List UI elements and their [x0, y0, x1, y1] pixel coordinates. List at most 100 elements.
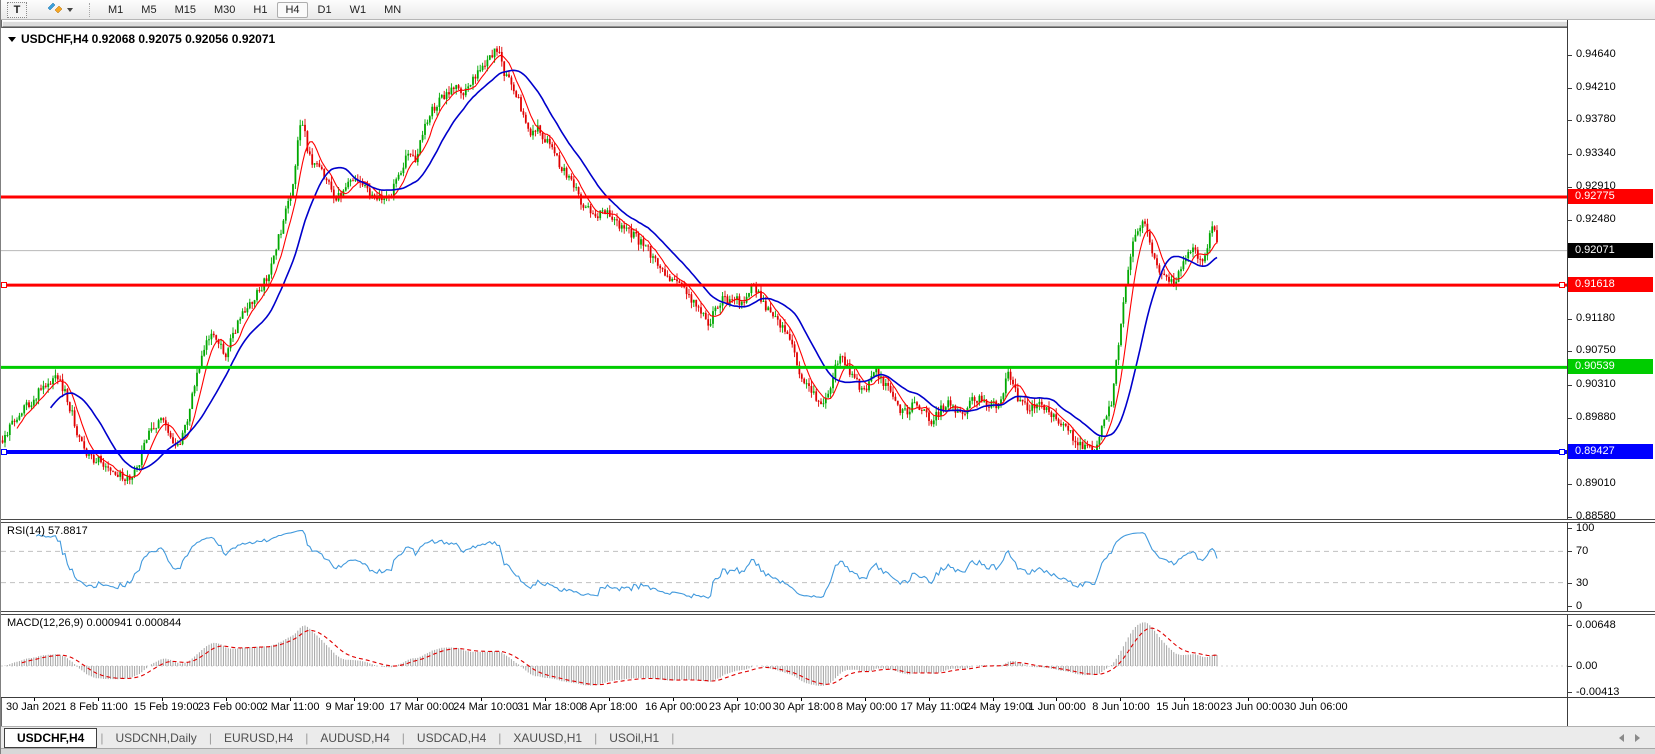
time-axis-label: 23 Feb 00:00 [198, 701, 263, 713]
price-axis-tick [1567, 517, 1572, 518]
timeframe-button-H1[interactable]: H1 [245, 2, 275, 18]
macd-axis-tick [1567, 692, 1572, 693]
price-axis-tick [1567, 484, 1572, 485]
time-axis-tick [609, 698, 610, 701]
time-axis-label: 30 Jan 2021 [6, 701, 67, 713]
time-axis-label: 17 May 11:00 [901, 701, 967, 713]
line-handle[interactable] [1, 282, 7, 288]
rsi-axis-label: 30 [1576, 577, 1588, 589]
tab-scroll-right-icon[interactable] [1635, 734, 1640, 742]
price-axis-tick [1567, 55, 1572, 56]
top-toolbar: T M1M5M15M30H1H4D1W1MN [1, 0, 1655, 20]
price-axis-tick [1567, 120, 1572, 121]
price-badge-0.91618: 0.91618 [1568, 277, 1653, 292]
macd-axis-label: 0.00648 [1576, 619, 1616, 631]
candle-bodies-up [5, 49, 1212, 482]
chart-title-text: USDCHF,H4 0.92068 0.92075 0.92056 0.9207… [21, 32, 275, 46]
macd-axis-tick [1567, 625, 1572, 626]
price-chart-canvas[interactable] [1, 28, 1567, 519]
rsi-label: RSI(14) 57.8817 [7, 525, 88, 537]
time-axis-tick [34, 698, 35, 701]
price-axis-tick [1567, 88, 1572, 89]
rsi-axis-label: 70 [1576, 545, 1588, 557]
price-axis-tick [1567, 319, 1572, 320]
rsi-axis-label: 0 [1576, 600, 1582, 612]
price-axis-tick [1567, 154, 1572, 155]
timeframe-button-M15[interactable]: M15 [167, 2, 204, 18]
price-axis-tick [1567, 220, 1572, 221]
chart-tab-AUDUSD-H4[interactable]: AUDUSD,H4 [309, 729, 400, 747]
time-axis-tick [417, 698, 418, 701]
time-axis-label: 9 Mar 19:00 [326, 701, 385, 713]
chart-tab-USDCNH-Daily[interactable]: USDCNH,Daily [104, 729, 207, 747]
time-axis-label: 23 Jun 00:00 [1220, 701, 1284, 713]
chart-tab-USOil-H1[interactable]: USOil,H1 [598, 729, 670, 747]
time-axis-tick [1248, 698, 1249, 701]
price-axis-tick [1567, 187, 1572, 188]
rsi-line [36, 531, 1217, 599]
macd-axis-label: 0.00 [1576, 660, 1597, 672]
timeframe-button-M30[interactable]: M30 [206, 2, 243, 18]
macd-axis-label: -0.00413 [1576, 686, 1619, 698]
timeframe-button-W1[interactable]: W1 [342, 2, 375, 18]
timeframe-button-D1[interactable]: D1 [310, 2, 340, 18]
time-axis-tick [1120, 698, 1121, 701]
candle-wicks-up [5, 49, 1212, 485]
chart-styles-button[interactable] [40, 2, 80, 18]
line-handle[interactable] [1559, 449, 1565, 455]
time-axis-tick [354, 698, 355, 701]
time-axis-tick [481, 698, 482, 701]
line-handle[interactable] [1559, 282, 1565, 288]
time-axis-label: 15 Feb 19:00 [134, 701, 199, 713]
rsi-axis-tick [1567, 551, 1572, 552]
price-axis-label: 0.93780 [1576, 113, 1616, 125]
macd-indicator-canvas[interactable] [1, 615, 1567, 697]
price-axis-label: 0.88580 [1576, 510, 1616, 522]
rsi-axis-tick [1567, 583, 1572, 584]
chart-tab-EURUSD-H4[interactable]: EURUSD,H4 [213, 729, 304, 747]
time-axis-tick [673, 698, 674, 701]
price-axis-label: 0.94640 [1576, 48, 1616, 60]
time-axis-tick [993, 698, 994, 701]
price-axis-label: 0.89010 [1576, 477, 1616, 489]
rsi-axis-tick [1567, 528, 1572, 529]
price-axis-label: 0.94210 [1576, 81, 1616, 93]
toolbar-separator [89, 3, 91, 17]
price-axis-tick [1567, 385, 1572, 386]
ma-fast-line [17, 55, 1217, 477]
macd-histogram [5, 622, 1217, 686]
line-handle[interactable] [1, 449, 7, 455]
timeframe-button-MN[interactable]: MN [376, 2, 409, 18]
time-axis-label: 1 Jun 00:00 [1028, 701, 1086, 713]
time-axis-label: 2 Mar 11:00 [262, 701, 320, 713]
chart-tab-USDCAD-H4[interactable]: USDCAD,H4 [406, 729, 497, 747]
time-axis-label: 17 Mar 00:00 [389, 701, 454, 713]
chevron-down-icon [67, 8, 73, 12]
tab-scroll-left-icon[interactable] [1619, 734, 1624, 742]
timeframe-button-H4[interactable]: H4 [277, 2, 307, 18]
timeframe-button-M1[interactable]: M1 [100, 2, 131, 18]
collapse-icon[interactable] [8, 37, 16, 42]
time-axis-tick [545, 698, 546, 701]
time-axis-label: 24 May 19:00 [965, 701, 1032, 713]
price-axis-tick [1567, 418, 1572, 419]
time-axis-label: 30 Apr 18:00 [773, 701, 835, 713]
text-tool-button[interactable]: T [7, 2, 27, 18]
rsi-axis-label: 100 [1576, 522, 1594, 534]
timeframe-button-M5[interactable]: M5 [133, 2, 164, 18]
time-axis-tick [929, 698, 930, 701]
trading-terminal-window: T M1M5M15M30H1H4D1W1MN USDCHF,H4 0.92068… [0, 0, 1655, 754]
rsi-indicator-canvas[interactable] [1, 523, 1567, 611]
panel-separator[interactable] [1, 519, 1655, 523]
time-axis-label: 15 Jun 18:00 [1156, 701, 1220, 713]
time-axis-label: 24 Mar 10:00 [453, 701, 518, 713]
time-axis-label: 16 Apr 00:00 [645, 701, 707, 713]
time-axis-label: 8 May 00:00 [837, 701, 898, 713]
chart-tab-XAUUSD-H1[interactable]: XAUUSD,H1 [502, 729, 593, 747]
price-badge-0.92775: 0.92775 [1568, 189, 1653, 204]
rsi-axis-tick [1567, 606, 1572, 607]
time-axis-tick [865, 698, 866, 701]
panel-separator[interactable] [1, 611, 1655, 615]
time-axis-label: 31 Mar 18:00 [517, 701, 582, 713]
chart-tab-USDCHF-H4[interactable]: USDCHF,H4 [4, 728, 97, 748]
